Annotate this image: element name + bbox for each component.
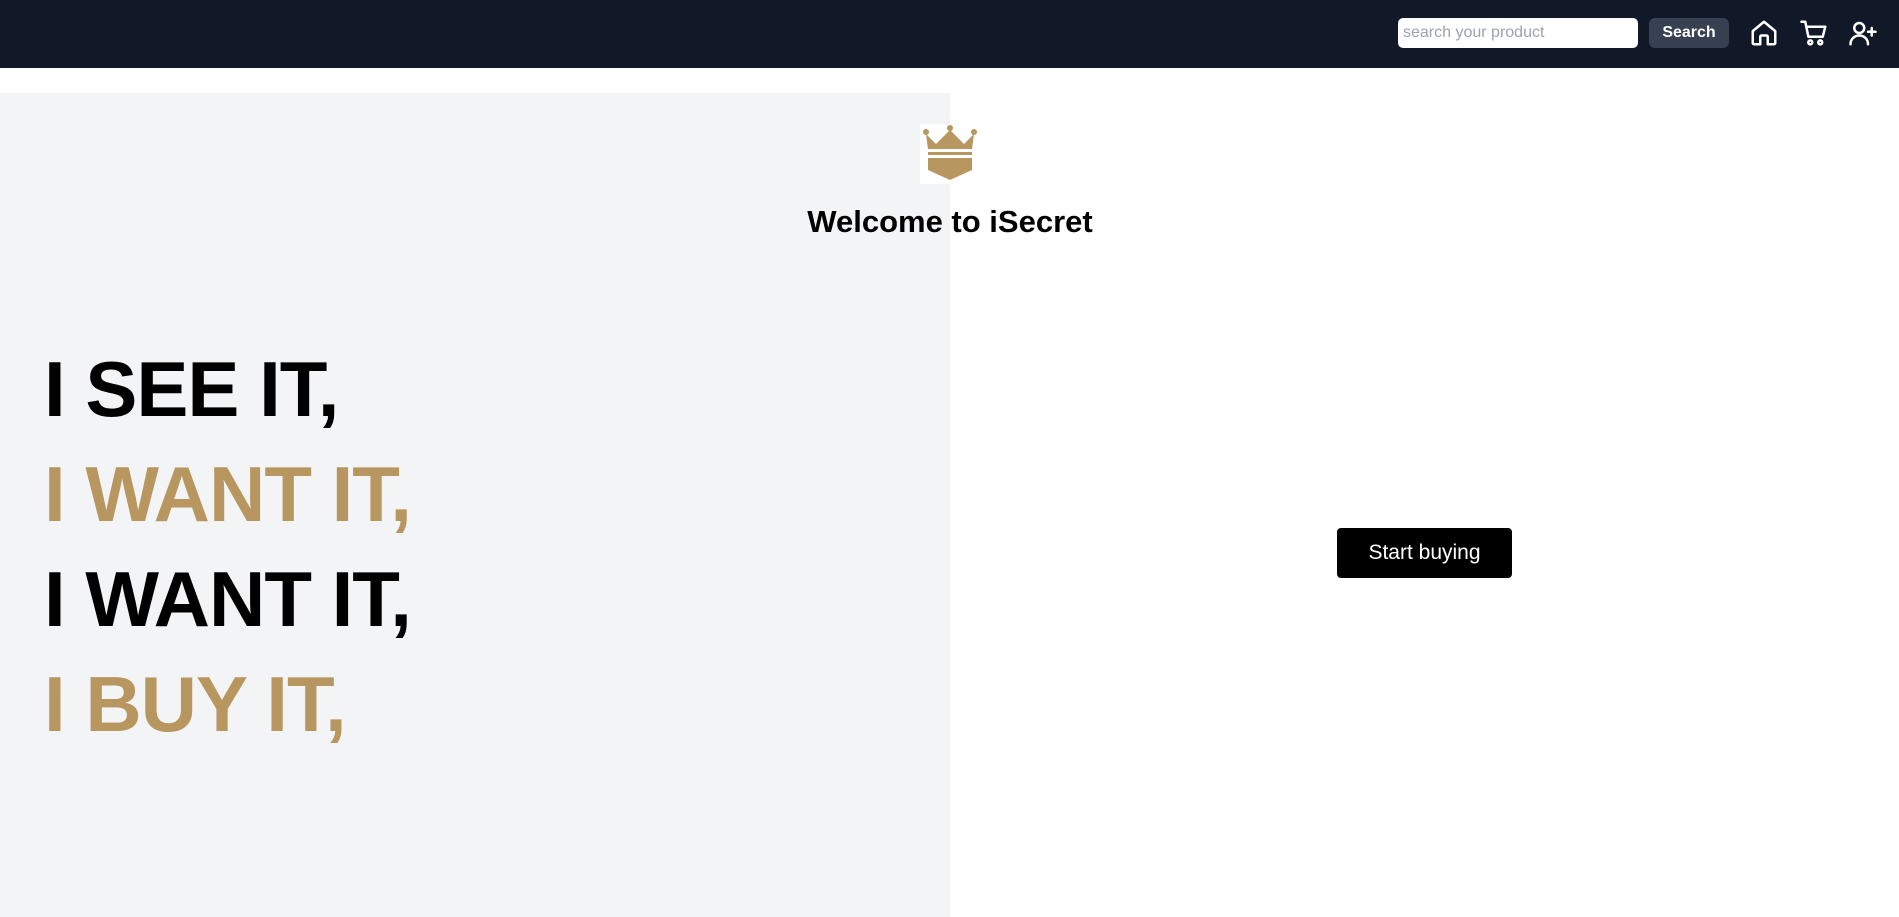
crown-shield-icon [920, 124, 980, 184]
slogan-line: I WANT IT, [44, 450, 412, 538]
slogan-line: I BUY IT, [44, 660, 347, 748]
navbar: Search [0, 0, 1899, 68]
start-buying-button[interactable]: Start buying [1337, 528, 1512, 578]
search-input[interactable] [1398, 18, 1638, 48]
welcome-title: Welcome to iSecret [807, 204, 1093, 239]
slogan-line: I SEE IT, [44, 345, 339, 433]
cart-icon[interactable] [1798, 17, 1830, 49]
home-icon[interactable] [1748, 17, 1780, 49]
user-add-icon[interactable] [1847, 17, 1879, 49]
slogan: I SEE IT, I WANT IT, I WANT IT, I BUY IT… [44, 337, 412, 757]
search-button[interactable]: Search [1649, 18, 1729, 48]
slogan-line: I WANT IT, [44, 555, 412, 643]
